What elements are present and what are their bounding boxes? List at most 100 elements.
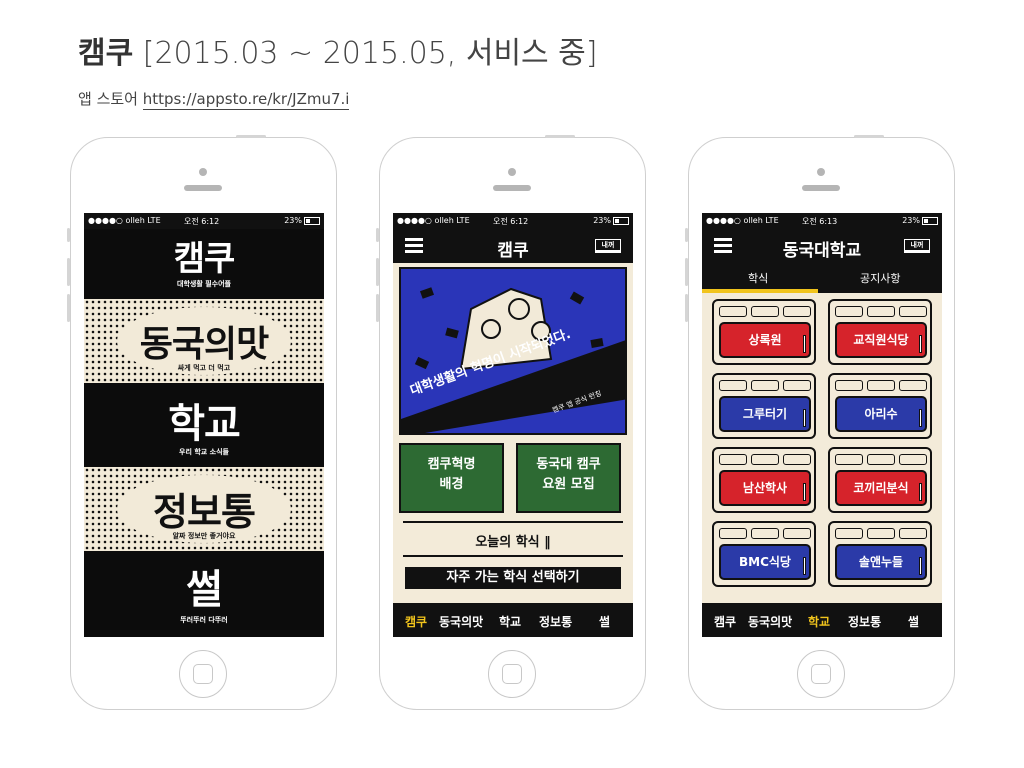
cafeteria-name: 아리수: [835, 396, 927, 432]
store-label: 앱 스토어: [78, 90, 138, 108]
carrier: ●●●●○ olleh: [706, 216, 763, 225]
volume-down-button: [376, 294, 379, 322]
carrier: ●●●●○ olleh: [397, 216, 454, 225]
cafeteria-tray[interactable]: 코끼리분식: [828, 447, 932, 513]
mute-switch: [67, 228, 70, 242]
mute-switch: [376, 228, 379, 242]
volume-up-button: [685, 258, 688, 286]
cafeteria-grid: 상록원 교직원식당 그루터기 아리수 남산학사 코끼리분식 BMC식당 솔앤누들: [702, 293, 942, 603]
home-button: [179, 650, 227, 698]
tab-notices[interactable]: 공지사항: [860, 270, 900, 286]
bottom-tab-bar: 캠쿠 동국의맛 학교 정보통 썰: [393, 603, 633, 637]
store-line: 앱 스토어 https://appsto.re/kr/JZmu7.i: [78, 88, 350, 110]
divider: [403, 555, 623, 557]
spoon-icon: [803, 335, 806, 353]
app-name: 캠쿠: [78, 36, 134, 71]
phone-mockup-1: ●●●●○ olleh LTE 오전 6:12 23% 캠쿠 대학생활 필수어플…: [67, 135, 337, 710]
nav-bar: 동국대학교 내꺼: [702, 229, 942, 263]
menu-item-talk[interactable]: 썰 뚜러뚜러 다뚜러: [84, 551, 324, 637]
cafeteria-name: 상록원: [719, 322, 811, 358]
home-button: [488, 650, 536, 698]
earpiece: [493, 185, 531, 191]
battery-percent: 23%: [593, 216, 611, 225]
page-title: 캠쿠 [2015.03 ~ 2015.05, 서비스 중]: [78, 28, 598, 72]
screen-home: ●●●●○ olleh LTE 오전 6:12 23% 캠쿠 대학생활 필수어플…: [84, 213, 324, 637]
spoon-icon: [919, 409, 922, 427]
phone-mockup-2: ●●●●○ olleh LTE 오전 6:12 23% 캠쿠 내꺼 대학생활의 …: [376, 135, 646, 710]
tab-food[interactable]: 동국의맛: [439, 613, 483, 630]
nav-bar: 캠쿠 내꺼: [393, 229, 633, 263]
power-button: [236, 135, 266, 138]
front-camera: [817, 168, 825, 176]
phone-mockup-3: ●●●●○ olleh LTE 오전 6:13 23% 동국대학교 내꺼 학식 …: [685, 135, 955, 710]
clock: 오전 6:13: [802, 217, 838, 226]
card-revolution-background[interactable]: 캠쿠혁명 배경: [399, 443, 504, 513]
logo-band: 캠쿠 대학생활 필수어플: [84, 229, 324, 299]
my-badge-button[interactable]: 내꺼: [904, 239, 930, 253]
tab-camku[interactable]: 캠쿠: [714, 613, 736, 630]
cafeteria-tray[interactable]: BMC식당: [712, 521, 816, 587]
tab-info[interactable]: 정보통: [848, 613, 881, 630]
tab-info[interactable]: 정보통: [539, 613, 572, 630]
select-favorite-cafeteria-button[interactable]: 자주 가는 학식 선택하기: [405, 567, 621, 589]
cafeteria-name: 남산학사: [719, 470, 811, 506]
segment-tabs: 학식 공지사항: [702, 263, 942, 293]
battery-icon: [922, 217, 938, 225]
menu-label-info: 정보통: [153, 490, 256, 534]
card-right-line2: 요원 모집: [542, 477, 595, 492]
spoon-icon: [803, 483, 806, 501]
tab-food[interactable]: 동국의맛: [748, 613, 792, 630]
cafeteria-name: 코끼리분식: [835, 470, 927, 506]
carrier: ●●●●○ olleh: [88, 216, 145, 225]
tab-school[interactable]: 학교: [808, 613, 830, 630]
menu-item-school[interactable]: 학교 우리 학교 소식들: [84, 383, 324, 467]
app-tagline: 대학생활 필수어플: [177, 280, 231, 288]
card-agent-recruit[interactable]: 동국대 캠쿠 요원 모집: [516, 443, 621, 513]
clock: 오전 6:12: [184, 217, 220, 226]
mute-switch: [685, 228, 688, 242]
cafeteria-tray[interactable]: 그루터기: [712, 373, 816, 439]
battery-icon: [613, 217, 629, 225]
cafeteria-tray[interactable]: 아리수: [828, 373, 932, 439]
volume-down-button: [67, 294, 70, 322]
launch-poster[interactable]: 대학생활의 혁명이 시작되었다. 캠쿠 앱 공식 런칭: [399, 267, 627, 435]
spoon-icon: [919, 335, 922, 353]
status-bar: ●●●●○ olleh LTE 오전 6:12 23%: [393, 213, 633, 229]
menu-label-school: 학교: [168, 401, 241, 447]
card-left-line1: 캠쿠혁명: [427, 457, 476, 472]
network: LTE: [765, 216, 779, 225]
menu-item-food[interactable]: 동국의맛 싸게 먹고 더 먹고: [84, 299, 324, 383]
tab-talk[interactable]: 썰: [908, 613, 919, 630]
divider: [403, 521, 623, 523]
menu-sub-info: 알짜 정보만 좋거야요: [172, 532, 236, 540]
clock: 오전 6:12: [493, 217, 529, 226]
earpiece: [184, 185, 222, 191]
network: LTE: [456, 216, 470, 225]
cafeteria-name: 그루터기: [719, 396, 811, 432]
menu-item-info[interactable]: 정보통 알짜 정보만 좋거야요: [84, 467, 324, 551]
tab-school[interactable]: 학교: [499, 613, 521, 630]
menu-label-talk: 썰: [186, 567, 223, 613]
cafeteria-tray[interactable]: 솔앤누들: [828, 521, 932, 587]
battery-icon: [304, 217, 320, 225]
menu-sub-school: 우리 학교 소식들: [179, 448, 229, 456]
cafeteria-tray[interactable]: 교직원식당: [828, 299, 932, 365]
app-logo: 캠쿠: [173, 239, 236, 279]
cafeteria-name: 솔앤누들: [835, 544, 927, 580]
volume-up-button: [376, 258, 379, 286]
menu-sub-talk: 뚜러뚜러 다뚜러: [180, 616, 228, 624]
cafeteria-tray[interactable]: 남산학사: [712, 447, 816, 513]
service-period: [2015.03 ~ 2015.05, 서비스 중]: [142, 36, 598, 71]
todays-meal-label[interactable]: 오늘의 학식 ‖: [393, 531, 633, 550]
tab-camku[interactable]: 캠쿠: [405, 613, 427, 630]
power-button: [854, 135, 884, 138]
tab-talk[interactable]: 썰: [599, 613, 610, 630]
home-button: [797, 650, 845, 698]
cafeteria-tray[interactable]: 상록원: [712, 299, 816, 365]
my-badge-button[interactable]: 내꺼: [595, 239, 621, 253]
store-link[interactable]: https://appsto.re/kr/JZmu7.i: [142, 90, 350, 110]
tab-cafeteria[interactable]: 학식: [748, 270, 768, 286]
spoon-icon: [803, 409, 806, 427]
card-left-line2: 배경: [439, 477, 464, 492]
earpiece: [802, 185, 840, 191]
